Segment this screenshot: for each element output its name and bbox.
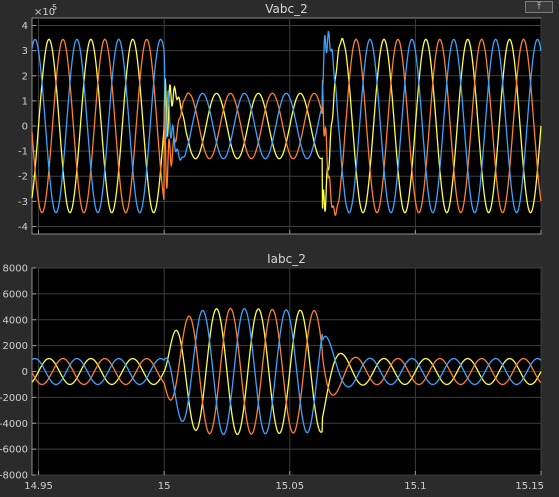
vabc-y-tick-label: 1: [22, 96, 28, 107]
vabc-y-tick-label: 0: [22, 122, 28, 133]
vabc-y-exponent-power: 5: [52, 3, 57, 12]
iabc-x-tick-label: 15.15: [515, 481, 544, 492]
vabc-y-tick-label: 3: [22, 46, 28, 57]
iabc-y-tick-label: 8000: [3, 264, 28, 275]
vabc-y-tick-label: -2: [18, 172, 28, 183]
iabc-x-tick-label: 15.05: [275, 481, 304, 492]
iabc-y-tick-label: -8000: [0, 471, 28, 482]
iabc-x-tick-label: 15: [158, 481, 171, 492]
iabc-y-tick-label: 6000: [3, 289, 28, 300]
scope-figure: Vabc_243210-1-2-3-4×105 Iabc_28000600040…: [0, 2, 544, 492]
iabc-y-tick-label: 2000: [3, 341, 28, 352]
iabc-y-tick-label: -2000: [0, 393, 28, 404]
vabc-y-tick-label: -4: [18, 222, 28, 233]
iabc-y-tick-label: 0: [22, 367, 28, 378]
iabc-x-tick-label: 15.1: [404, 481, 426, 492]
vabc-y-tick-label: 2: [22, 71, 28, 82]
vabc-title: Vabc_2: [265, 2, 307, 16]
vabc-y-tick-label: -3: [18, 197, 28, 208]
iabc-y-tick-label: -6000: [0, 445, 28, 456]
iabc-y-tick-label: 4000: [3, 315, 28, 326]
vabc-y-tick-label: 4: [22, 21, 28, 32]
iabc-y-tick-label: -4000: [0, 419, 28, 430]
vabc-y-tick-label: -1: [18, 147, 28, 158]
iabc-axes: Iabc_2 8000 6000 4000 2000 0 -2000 -4000 -6000 -8…: [0, 252, 544, 492]
vabc-axes: Vabc_243210-1-2-3-4×105: [18, 2, 542, 235]
iabc-title: Iabc_2: [267, 252, 306, 266]
iabc-x-tick-label: 14.95: [24, 481, 53, 492]
